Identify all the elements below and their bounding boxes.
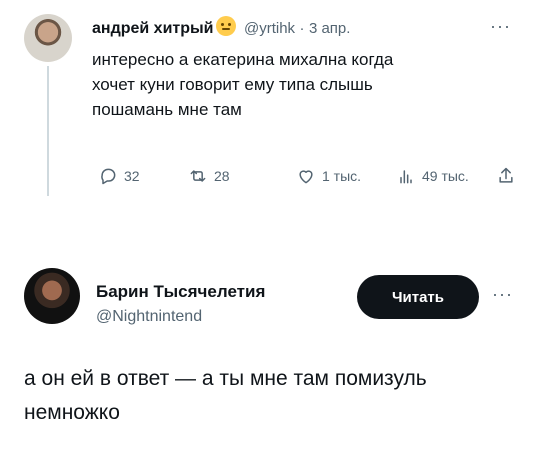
reply-icon <box>101 168 116 185</box>
views-button[interactable]: 49 тыс. <box>396 166 469 186</box>
thread-connector-line <box>47 66 49 196</box>
separator-dot: · <box>299 20 305 37</box>
heart-icon <box>299 170 313 184</box>
share-button[interactable] <box>496 166 516 186</box>
tweet-text-line: интересно а екатерина михална когда <box>92 50 394 69</box>
smirk-emoji-icon <box>215 16 236 36</box>
more-options-icon[interactable]: ··· <box>492 284 513 305</box>
author-handle[interactable]: @Nightnintend <box>96 308 202 326</box>
tweet-text-line: пошамань мне там <box>92 100 242 119</box>
author-handle[interactable]: @yrtihk <box>244 20 295 37</box>
tweet-text: интересно а екатерина михална когда хоче… <box>92 47 393 122</box>
tweet-text-line: хочет куни говорит ему типа слышь <box>92 75 373 94</box>
like-button[interactable]: 1 тыс. <box>296 166 361 186</box>
views-bar-chart-icon <box>400 170 412 184</box>
retweet-icon <box>190 170 206 182</box>
reply-count: 32 <box>124 168 140 184</box>
reply-button[interactable]: 32 <box>98 166 140 186</box>
tweet-header: андрей хитрый @yrtihk · 3 апр. <box>92 16 350 38</box>
views-count: 49 тыс. <box>422 168 469 184</box>
author-name[interactable]: андрей хитрый <box>92 20 214 37</box>
author-name[interactable]: Барин Тысячелетия <box>96 282 265 302</box>
share-icon <box>499 167 513 183</box>
avatar[interactable] <box>24 268 80 324</box>
like-count: 1 тыс. <box>322 168 362 184</box>
follow-button[interactable]: Читать <box>357 275 479 319</box>
retweet-count: 28 <box>214 168 230 184</box>
tweet-date[interactable]: 3 апр. <box>309 20 350 37</box>
tweet-text-line: немножко <box>24 401 120 424</box>
tweet-text-line: а он ей в ответ — а ты мне там помизуль <box>24 367 427 390</box>
more-options-icon[interactable]: ··· <box>490 16 511 37</box>
retweet-button[interactable]: 28 <box>188 166 230 186</box>
avatar[interactable] <box>24 14 72 62</box>
tweet-text: а он ей в ответ — а ты мне там помизуль … <box>24 362 427 430</box>
